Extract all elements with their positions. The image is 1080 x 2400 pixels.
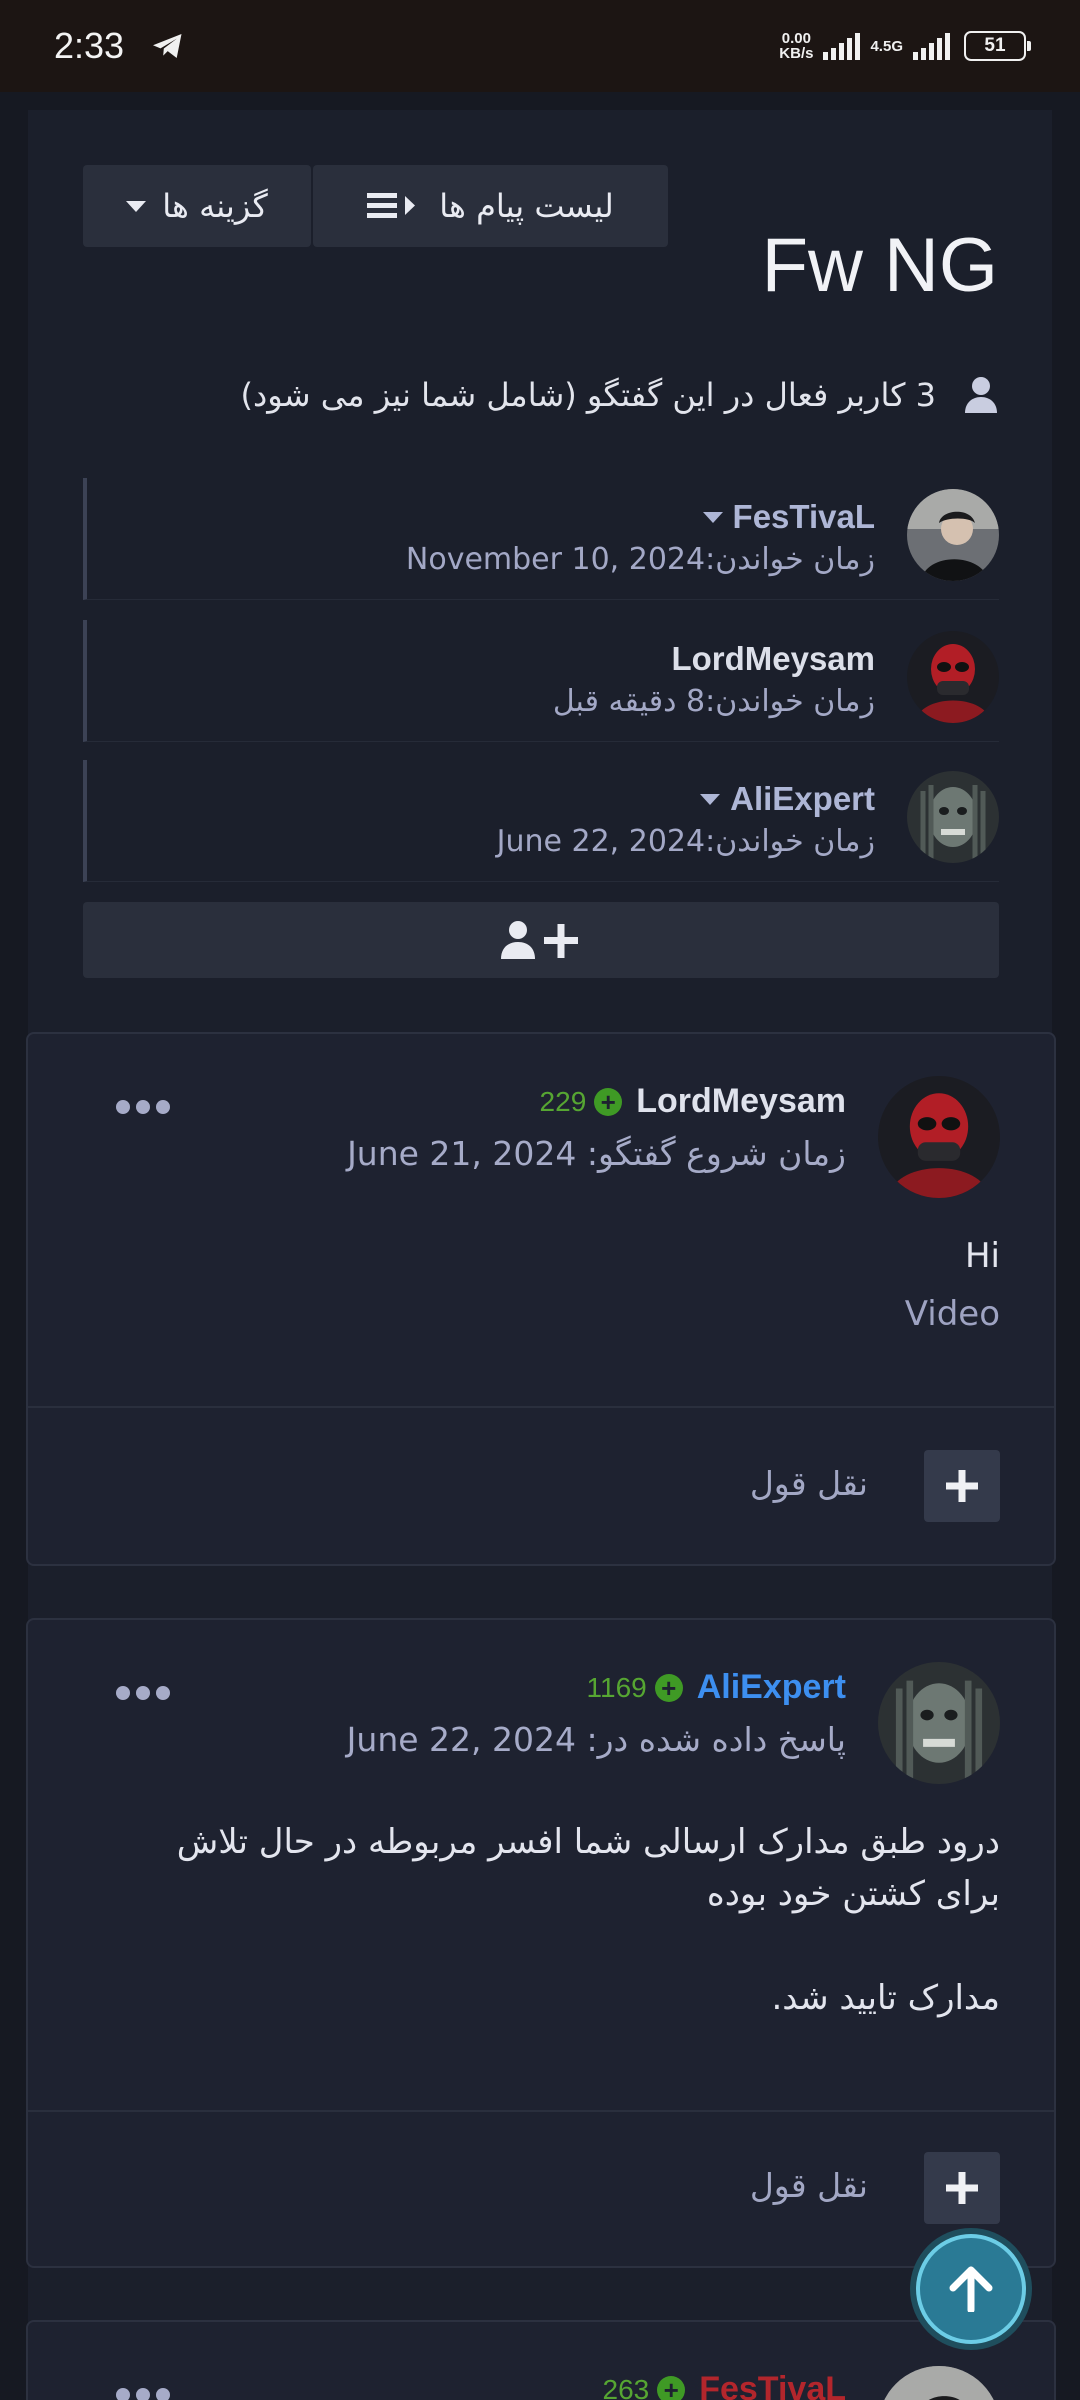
post-author[interactable]: FesTivaL <box>699 2370 846 2400</box>
viewer-name[interactable]: AliExpert <box>700 780 875 818</box>
avatar[interactable] <box>878 2366 1000 2400</box>
signal-icon-2 <box>913 32 950 60</box>
network-type: 4.5G <box>870 37 903 55</box>
avatar[interactable] <box>878 1076 1000 1198</box>
avatar[interactable] <box>907 489 999 581</box>
message-list-button[interactable]: لیست پیام ها <box>313 165 668 247</box>
plus-circle-icon: + <box>594 1087 623 1116</box>
options-button[interactable]: گزینه ها <box>83 165 311 247</box>
message-list-label: لیست پیام ها <box>439 187 614 225</box>
reputation-badge[interactable]: 1169 + <box>587 1672 683 1704</box>
video-link[interactable]: Video <box>905 1288 1000 1340</box>
viewer-row[interactable]: AliExpert زمان خواندن:June 22, 2024 <box>83 760 999 882</box>
chevron-down-icon <box>702 511 723 523</box>
header-button-group: گزینه ها لیست پیام ها <box>83 165 668 247</box>
more-options-icon[interactable] <box>116 1686 170 1700</box>
divider <box>28 1406 1054 1408</box>
quote-button[interactable] <box>924 2152 1000 2224</box>
reputation-badge[interactable]: 263 + <box>603 2374 686 2400</box>
post: 263 + FesTivaL <box>26 2320 1056 2400</box>
post-meta: زمان شروع گفتگو: June 21, 2024 <box>347 1134 846 1173</box>
telegram-icon <box>153 34 182 58</box>
more-options-icon[interactable] <box>116 1100 170 1114</box>
quote-button[interactable] <box>924 1450 1000 1522</box>
more-options-icon[interactable] <box>116 2388 170 2400</box>
post-body: درود طبق مدارک ارسالی شما افسر مربوطه در… <box>176 1822 1000 2018</box>
post-author[interactable]: LordMeysam <box>636 1082 846 1121</box>
signal-icon <box>823 32 861 60</box>
add-participant-button[interactable] <box>83 902 999 978</box>
active-users: 3 کاربر فعال در این گفتگو (شامل شما نیز … <box>240 376 998 414</box>
add-user-icon <box>501 921 578 959</box>
avatar[interactable] <box>907 631 999 723</box>
page-title: Fw NG <box>761 223 998 308</box>
plus-circle-icon: + <box>654 1673 683 1702</box>
chevron-down-icon <box>126 200 147 212</box>
plus-circle-icon: + <box>657 2375 686 2400</box>
plus-icon <box>946 2172 978 2204</box>
active-users-text: 3 کاربر فعال در این گفتگو (شامل شما نیز … <box>240 376 936 414</box>
viewer-name[interactable]: LordMeysam <box>671 640 875 678</box>
status-bar: 2:33 0.00 KB/s 4.5G 51 <box>0 0 1080 92</box>
post-author[interactable]: AliExpert <box>697 1668 846 1707</box>
viewer-read-time: زمان خواندن:November 10, 2024 <box>405 542 875 577</box>
plus-icon <box>946 1470 978 1502</box>
options-label: گزینه ها <box>162 187 268 225</box>
avatar[interactable] <box>878 1662 1000 1784</box>
list-icon <box>367 193 416 218</box>
post: 229 + LordMeysam زمان شروع گفتگو: June 2… <box>26 1032 1056 1566</box>
post-body: Hi Video <box>905 1230 1000 1340</box>
post-author-row: 229 + LordMeysam <box>540 1082 846 1121</box>
viewer-read-time: زمان خواندن:June 22, 2024 <box>496 824 875 859</box>
viewer-name[interactable]: FesTivaL <box>702 498 875 536</box>
avatar[interactable] <box>907 771 999 863</box>
viewer-row[interactable]: FesTivaL زمان خواندن:November 10, 2024 <box>83 478 999 600</box>
user-icon <box>965 377 997 413</box>
post-author-row: 263 + FesTivaL <box>603 2370 846 2400</box>
viewer-row[interactable]: LordMeysam زمان خواندن:8 دقیقه قبل <box>83 620 999 742</box>
reputation-badge[interactable]: 229 + <box>540 1086 623 1118</box>
status-time: 2:33 <box>54 25 125 66</box>
scroll-to-top-button[interactable] <box>916 2234 1026 2344</box>
quote-label[interactable]: نقل قول <box>750 1464 868 1503</box>
quote-label[interactable]: نقل قول <box>750 2166 868 2205</box>
divider <box>28 2110 1054 2112</box>
arrow-up-icon <box>949 2266 993 2312</box>
post: 1169 + AliExpert پاسخ داده شده در: June … <box>26 1618 1056 2268</box>
post-meta: پاسخ داده شده در: June 22, 2024 <box>346 1720 846 1759</box>
post-author-row: 1169 + AliExpert <box>587 1668 846 1707</box>
viewer-read-time: زمان خواندن:8 دقیقه قبل <box>552 684 875 719</box>
chevron-down-icon <box>700 793 721 805</box>
network-speed: 0.00 KB/s <box>779 30 814 62</box>
battery-indicator: 51 <box>964 31 1031 61</box>
